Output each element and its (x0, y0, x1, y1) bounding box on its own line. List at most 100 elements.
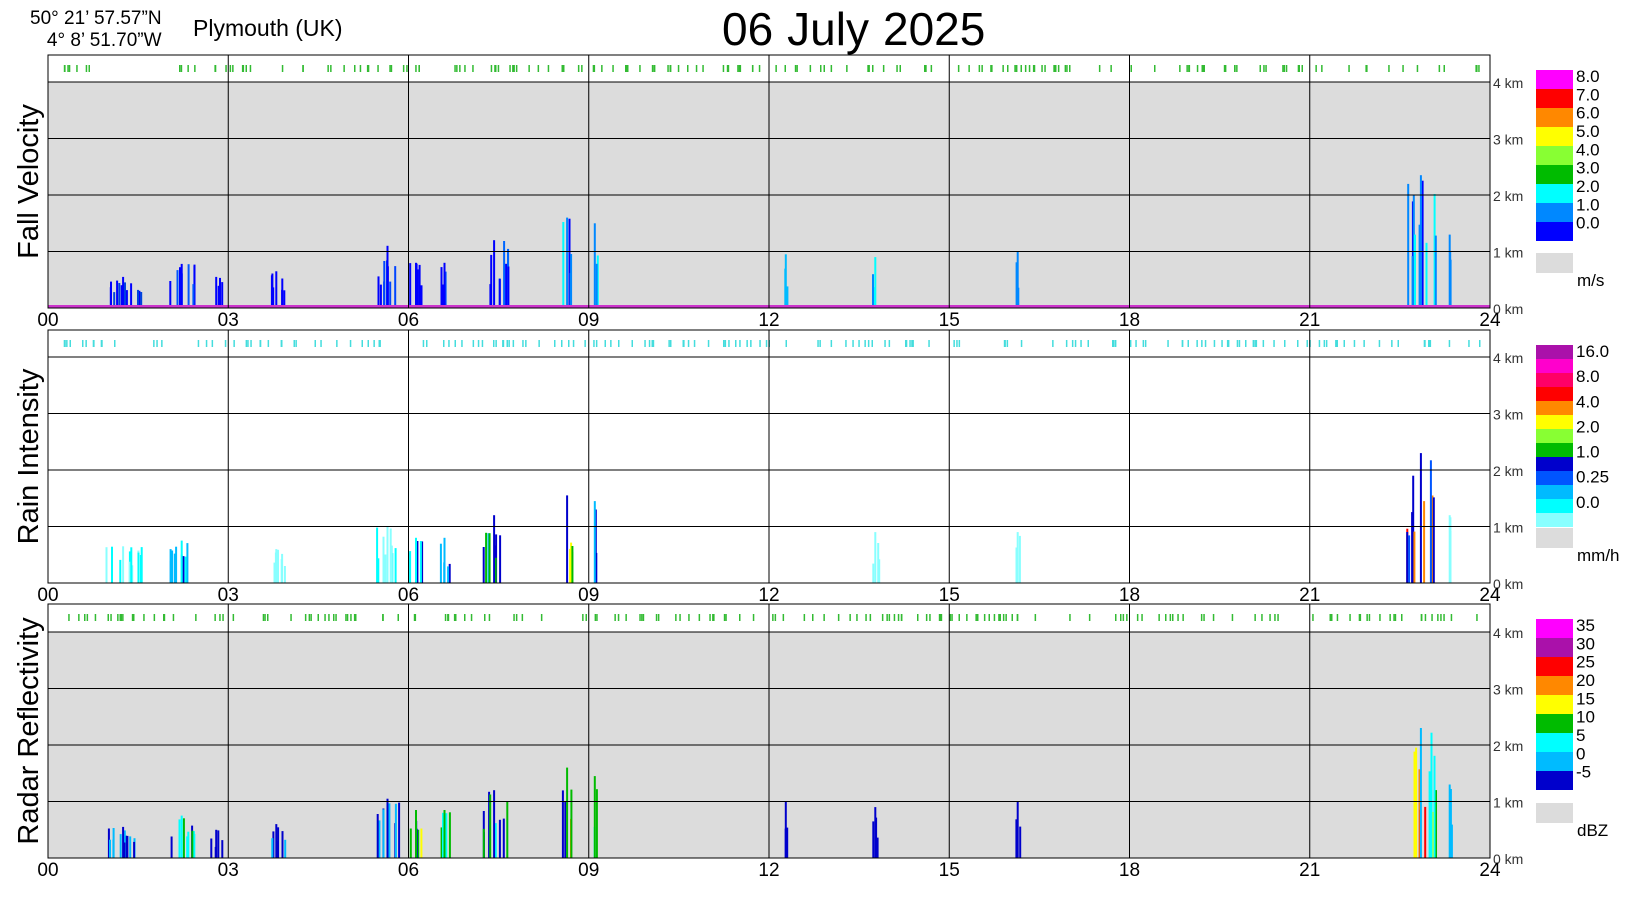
colorbar-label: 5.0 (1576, 122, 1600, 141)
echo-streak (409, 263, 412, 308)
echo-streak (506, 801, 509, 858)
echo-streak (390, 545, 393, 583)
top-strip-mark (1074, 340, 1077, 347)
top-strip-mark (1265, 65, 1267, 72)
echo-core (443, 262, 446, 308)
top-strip-mark (568, 340, 570, 347)
panel-title: Rain Intensity (13, 368, 45, 544)
top-strip-mark (675, 614, 677, 621)
top-strip-mark (515, 65, 518, 72)
top-strip-mark (345, 614, 347, 621)
echo-streak (561, 790, 564, 858)
top-strip-mark (881, 614, 884, 621)
top-strip-mark (1315, 65, 1317, 72)
top-strip-mark (1213, 340, 1216, 347)
colorbar-label: 4.0 (1576, 140, 1600, 159)
echo-core (415, 262, 417, 308)
echo-core (874, 257, 877, 308)
echo-streak (109, 287, 112, 308)
top-strip-mark (639, 65, 641, 72)
top-strip-mark (796, 65, 798, 72)
top-strip-mark (214, 614, 216, 621)
top-strip-mark (1368, 614, 1371, 621)
echo-streak (562, 222, 565, 308)
top-strip-mark (1227, 340, 1230, 347)
echo-streak (440, 267, 443, 308)
echo-streak (394, 803, 397, 858)
echo-streak (877, 543, 880, 583)
top-strip-mark (1394, 614, 1397, 621)
top-strip-mark (1318, 340, 1321, 347)
top-strip-mark (612, 65, 614, 72)
top-strip-mark (444, 614, 447, 621)
top-strip-mark (614, 614, 616, 621)
top-strip-mark (69, 340, 71, 347)
top-strip-mark (1297, 65, 1300, 72)
top-strip-mark (900, 614, 903, 621)
echo-core (215, 829, 218, 859)
top-strip-mark (267, 340, 270, 347)
echo-streak (221, 282, 224, 308)
top-strip-mark (581, 65, 583, 72)
top-strip-mark (470, 614, 473, 621)
top-strip-mark (1169, 614, 1172, 621)
y-tick-label: 3 km (1493, 407, 1523, 423)
echo-core (1448, 234, 1451, 308)
top-strip-mark (737, 65, 739, 72)
echo-streak (221, 840, 224, 858)
top-strip-mark (1336, 340, 1338, 347)
top-strip-mark (477, 340, 480, 347)
top-strip-mark (1007, 65, 1009, 72)
top-strip-mark (1468, 340, 1470, 347)
top-strip-mark (1301, 65, 1303, 72)
top-strip-mark (1283, 65, 1286, 72)
top-strip-mark (1044, 65, 1046, 72)
top-strip-mark (110, 614, 112, 621)
top-strip-mark (782, 614, 785, 621)
top-strip-mark (1424, 614, 1427, 621)
echo-streak (1406, 532, 1409, 583)
top-strip-mark (746, 340, 748, 347)
x-tick-label: 18 (1119, 310, 1140, 331)
echo-streak (219, 277, 221, 308)
colorbar-swatch (1536, 752, 1573, 771)
top-strip-mark (1349, 614, 1351, 621)
top-strip-mark (328, 614, 330, 621)
echo-core (443, 810, 446, 858)
top-strip-mark (785, 340, 787, 347)
y-tick-label: 1 km (1493, 795, 1523, 811)
top-strip-mark (343, 65, 345, 72)
colorbar-label: 0.0 (1576, 493, 1600, 512)
echo-streak (119, 559, 122, 583)
top-strip-mark (93, 340, 95, 347)
echo-core (566, 767, 569, 858)
top-strip-mark (999, 614, 1001, 621)
x-tick-label: 12 (758, 310, 779, 331)
top-strip-mark (490, 65, 493, 72)
top-strip-mark (1391, 340, 1393, 347)
top-strip-mark (1181, 340, 1184, 347)
echo-core (443, 537, 446, 583)
top-strip-mark (896, 65, 898, 72)
top-strip-mark (617, 614, 620, 621)
top-strip-mark (1204, 340, 1207, 347)
top-strip-mark (1450, 614, 1453, 621)
top-strip-mark (593, 340, 595, 347)
top-strip-mark (858, 340, 860, 347)
top-strip-mark (1053, 65, 1055, 72)
top-strip-mark (64, 65, 66, 72)
top-strip-mark (852, 340, 854, 347)
panel-title: Fall Velocity (13, 104, 45, 259)
y-tick-label: 3 km (1493, 132, 1523, 148)
echo-streak (876, 837, 879, 858)
echo-core (566, 217, 569, 308)
echo-streak (133, 841, 136, 858)
top-strip-mark (912, 340, 914, 347)
top-strip-mark (988, 614, 990, 621)
top-strip-mark (484, 614, 486, 621)
top-strip-mark (958, 340, 961, 347)
top-strip-mark (1135, 340, 1137, 347)
colorbar-swatch (1536, 771, 1573, 790)
top-strip-mark (1223, 65, 1226, 72)
colorbar-swatch (1536, 513, 1573, 527)
